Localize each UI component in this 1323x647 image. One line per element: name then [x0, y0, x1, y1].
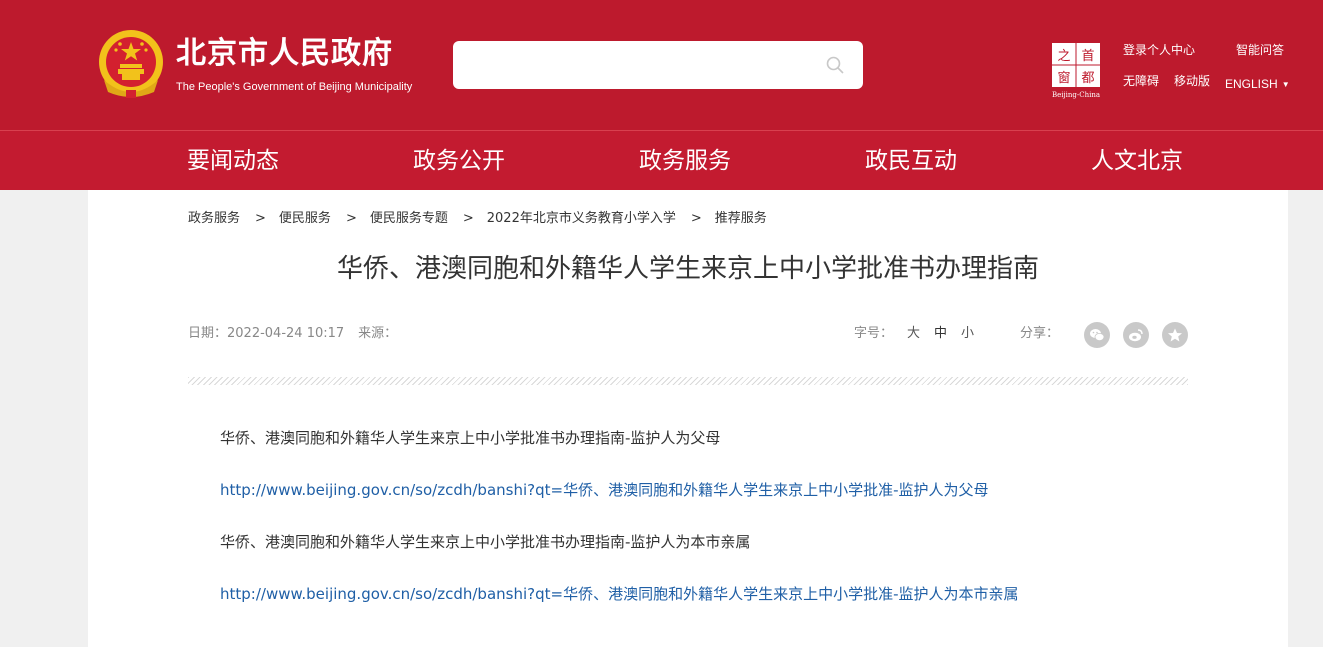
site-subtitle: The People's Government of Beijing Munic… — [176, 81, 413, 93]
article-title: 华侨、港澳同胞和外籍华人学生来京上中小学批准书办理指南 — [336, 254, 1039, 284]
nav-item-gov-services[interactable]: 政务服务 — [639, 145, 731, 177]
guide-text-parents: 华侨、港澳同胞和外籍华人学生来京上中小学批准书办理指南-监护人为父母 — [220, 429, 721, 447]
capital-window-logo[interactable]: 之 首 窗 都 Beijing-China — [1047, 40, 1105, 100]
national-emblem-icon[interactable] — [96, 28, 166, 100]
breadcrumb-item[interactable]: 政务服务 — [188, 211, 240, 226]
nav-item-gov-affairs[interactable]: 政务公开 — [413, 145, 505, 177]
capital-logo-char-1: 之 — [1057, 49, 1070, 64]
font-size-control: 字号： 大中小 — [854, 325, 974, 343]
site-title[interactable]: 北京市人民政府 — [176, 36, 393, 72]
accessibility-link[interactable]: 无障碍 — [1123, 73, 1159, 89]
breadcrumb-item-current[interactable]: 推荐服务 — [715, 211, 767, 226]
weibo-share-button[interactable] — [1123, 322, 1149, 348]
guide-link-parents[interactable]: http://www.beijing.gov.cn/so/zcdh/banshi… — [220, 480, 989, 500]
capital-logo-caption: Beijing-China — [1052, 91, 1100, 99]
language-label: ENGLISH — [1225, 77, 1278, 91]
share-label: 分享： — [1020, 326, 1060, 341]
nav-item-culture[interactable]: 人文北京 — [1091, 145, 1183, 177]
favorite-share-button[interactable] — [1162, 322, 1188, 348]
guide-text-relatives: 华侨、港澳同胞和外籍华人学生来京上中小学批准书办理指南-监护人为本市亲属 — [220, 533, 751, 551]
hatched-divider — [188, 377, 1188, 385]
article-meta: 日期：2022-04-24 10:17 来源： — [188, 325, 397, 343]
source-label: 来源： — [358, 326, 398, 341]
font-size-label: 字号： — [854, 326, 894, 341]
date-label: 日期： — [188, 326, 228, 341]
breadcrumb-item[interactable]: 便民服务专题 — [370, 211, 448, 226]
font-size-medium-button[interactable]: 中 — [934, 326, 947, 341]
login-link[interactable]: 登录个人中心 — [1123, 42, 1195, 58]
capital-logo-char-3: 窗 — [1057, 70, 1070, 86]
breadcrumb-item[interactable]: 便民服务 — [279, 211, 331, 226]
capital-logo-char-4: 都 — [1081, 71, 1094, 86]
mobile-version-link[interactable]: 移动版 — [1174, 73, 1210, 89]
caret-down-icon: ▼ — [1281, 80, 1290, 89]
nav-item-news[interactable]: 要闻动态 — [187, 145, 279, 177]
favorite-icon — [1168, 328, 1182, 342]
breadcrumb: 政务服务 > 便民服务 > 便民服务专题 >2022年北京市义务教育小学入学 > 推荐服务 — [188, 210, 767, 228]
breadcrumb-separator: > — [345, 211, 357, 226]
breadcrumb-separator: > — [255, 211, 266, 226]
breadcrumb-separator: > — [462, 211, 474, 226]
smart-qa-link[interactable]: 智能问答 — [1236, 42, 1284, 58]
publish-date: 2022-04-24 10:17 — [227, 326, 345, 341]
weibo-icon — [1129, 329, 1143, 342]
breadcrumb-separator: > — [690, 211, 702, 226]
breadcrumb-item[interactable]: 2022年北京市义务教育小学入学 — [487, 211, 676, 226]
font-size-small-button[interactable]: 小 — [961, 326, 974, 341]
font-size-large-button[interactable]: 大 — [907, 326, 920, 341]
capital-logo-char-2: 首 — [1081, 49, 1094, 64]
main-nav: 要闻动态 政务公开 政务服务 政民互动 人文北京 — [0, 130, 1323, 190]
wechat-icon — [1090, 329, 1105, 341]
nav-item-interaction[interactable]: 政民互动 — [865, 145, 957, 177]
search-icon[interactable] — [825, 55, 845, 75]
language-switch[interactable]: ENGLISH ▼ — [1225, 76, 1290, 93]
guide-link-relatives[interactable]: http://www.beijing.gov.cn/so/zcdh/banshi… — [220, 584, 1019, 604]
search-input[interactable] — [453, 41, 863, 89]
site-header: 北京市人民政府 The People's Government of Beiji… — [0, 0, 1323, 130]
wechat-share-button[interactable] — [1084, 322, 1110, 348]
